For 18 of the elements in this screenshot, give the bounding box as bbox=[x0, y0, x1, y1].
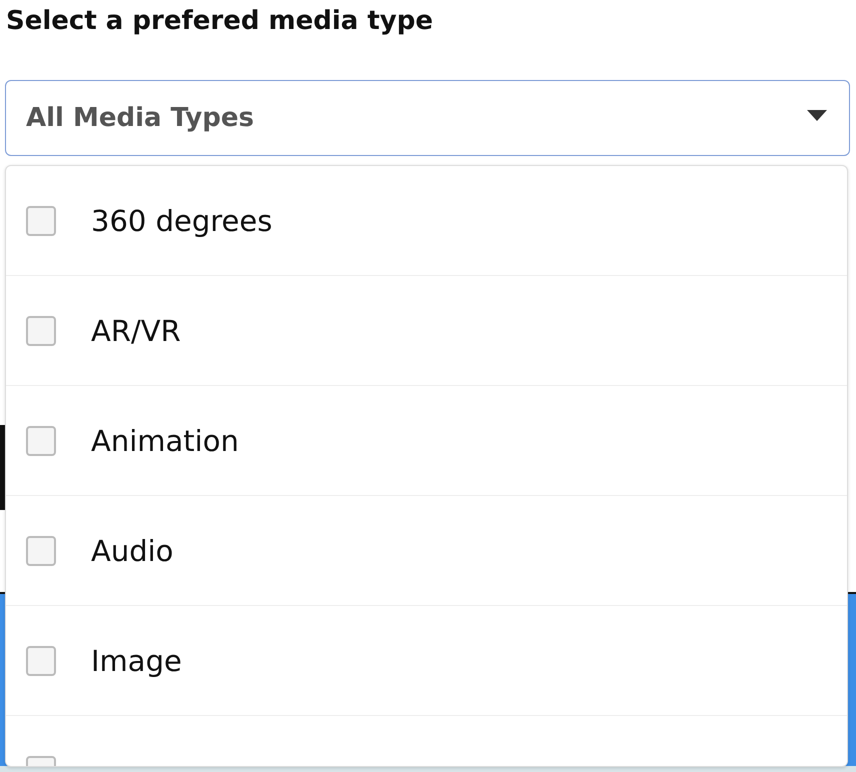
caret-icon bbox=[807, 110, 827, 120]
option-item[interactable]: AR/VR bbox=[6, 276, 847, 386]
checkbox[interactable] bbox=[26, 536, 56, 566]
option-label: AR/VR bbox=[91, 314, 181, 348]
checkbox[interactable] bbox=[26, 426, 56, 456]
checkbox[interactable] bbox=[26, 646, 56, 676]
option-label: Animation bbox=[91, 424, 239, 458]
option-item[interactable]: Image bbox=[6, 606, 847, 716]
option-label: Audio bbox=[91, 534, 174, 568]
checkbox[interactable] bbox=[26, 206, 56, 236]
option-label: Image bbox=[91, 644, 182, 678]
option-item[interactable]: Audio bbox=[6, 496, 847, 606]
media-type-select[interactable]: All Media Types bbox=[5, 80, 850, 156]
option-label: 360 degrees bbox=[91, 204, 272, 238]
option-item[interactable]: 360 degrees bbox=[6, 166, 847, 276]
checkbox[interactable] bbox=[26, 316, 56, 346]
field-label: Select a prefered media type bbox=[5, 5, 434, 38]
option-item[interactable]: Animation bbox=[6, 386, 847, 496]
